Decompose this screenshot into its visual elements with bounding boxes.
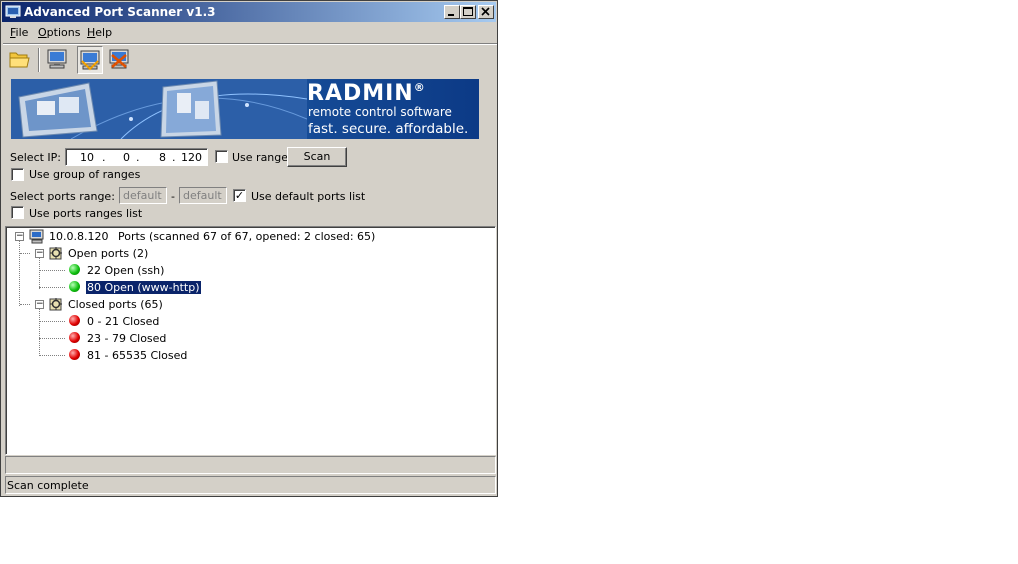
use-range-checkbox[interactable]	[215, 150, 228, 163]
computer-scan-icon	[80, 50, 100, 71]
ip-dot-2: .	[136, 151, 140, 164]
collapse-closed-ports-button[interactable]: −	[35, 300, 44, 309]
banner-graphic-icon	[11, 79, 307, 139]
radmin-banner[interactable]: RADMIN® remote control software fast. se…	[11, 79, 479, 139]
closed-ports-group-label[interactable]: Closed ports (65)	[68, 298, 163, 311]
host-ip[interactable]: 10.0.8.120	[49, 230, 108, 243]
progress-bar	[5, 456, 496, 474]
ip-octet-2[interactable]: 0	[110, 151, 130, 164]
main-window: Advanced Port Scanner v1.3 File Options …	[0, 0, 498, 497]
collapse-host-button[interactable]: −	[15, 232, 24, 241]
scan-button[interactable]: Scan	[287, 147, 347, 167]
close-icon	[481, 7, 490, 16]
toolbar-separator	[38, 48, 40, 72]
open-port-item[interactable]: 22 Open (ssh)	[87, 264, 164, 277]
closed-status-icon	[69, 315, 80, 326]
tree-line	[39, 338, 65, 339]
host-computer-icon	[29, 229, 45, 247]
ip-dot-1: .	[102, 151, 106, 164]
ip-dot-3: .	[172, 151, 176, 164]
banner-registered: ®	[413, 81, 426, 94]
tree-line	[39, 270, 65, 271]
open-port-item-selected[interactable]: 80 Open (www-http)	[85, 280, 202, 295]
maximize-icon	[463, 7, 473, 16]
port-range-separator: -	[171, 190, 175, 203]
select-ip-label: Select IP:	[10, 151, 62, 164]
collapse-open-ports-button[interactable]: −	[35, 249, 44, 258]
menu-file[interactable]: File	[10, 26, 28, 39]
tree-line	[39, 355, 65, 356]
tree-line	[39, 258, 40, 289]
status-bar: Scan complete	[5, 476, 496, 494]
port-from-field: default	[119, 187, 167, 204]
stop-computer-button[interactable]	[107, 46, 133, 74]
status-text: Scan complete	[7, 479, 89, 492]
tree-line	[20, 253, 30, 254]
window-title: Advanced Port Scanner v1.3	[24, 5, 216, 19]
maximize-button[interactable]	[460, 5, 476, 19]
computer-button[interactable]	[45, 46, 71, 74]
closed-port-item[interactable]: 0 - 21 Closed	[87, 315, 159, 328]
menu-help[interactable]: Help	[87, 26, 112, 39]
banner-brand: RADMIN®	[307, 81, 426, 106]
open-ports-group-icon	[48, 245, 64, 264]
ip-address-field[interactable]: 10 . 0 . 8 . 120	[65, 148, 208, 166]
banner-tagline-1: remote control software	[308, 105, 452, 119]
computer-icon	[47, 49, 67, 69]
ip-octet-3[interactable]: 8	[146, 151, 166, 164]
use-default-ports-checkbox[interactable]: ✓	[233, 189, 246, 202]
use-range-label[interactable]: Use range	[232, 151, 288, 164]
menu-separator	[3, 43, 497, 45]
scan-computer-button[interactable]	[77, 46, 103, 74]
menu-options[interactable]: Options	[38, 26, 80, 39]
close-button[interactable]	[478, 5, 494, 19]
use-group-checkbox[interactable]	[11, 168, 24, 181]
port-to-field: default	[179, 187, 227, 204]
ip-octet-4[interactable]: 120	[176, 151, 202, 164]
closed-ports-group-icon	[48, 296, 64, 315]
ip-octet-1[interactable]: 10	[70, 151, 94, 164]
open-button[interactable]	[7, 46, 33, 74]
host-summary: Ports (scanned 67 of 67, opened: 2 close…	[118, 230, 376, 243]
select-ports-label: Select ports range:	[10, 190, 115, 203]
banner-tagline-2: fast. secure. affordable.	[308, 121, 469, 137]
use-default-ports-label[interactable]: Use default ports list	[251, 190, 365, 203]
closed-status-icon	[69, 332, 80, 343]
closed-status-icon	[69, 349, 80, 360]
open-ports-group-label[interactable]: Open ports (2)	[68, 247, 148, 260]
use-group-label[interactable]: Use group of ranges	[29, 168, 140, 181]
open-status-icon	[69, 281, 80, 292]
app-icon	[5, 4, 21, 20]
tree-line	[39, 287, 65, 288]
tree-line	[20, 304, 30, 305]
closed-port-item[interactable]: 23 - 79 Closed	[87, 332, 166, 345]
tree-line	[19, 241, 20, 306]
use-ports-ranges-checkbox[interactable]	[11, 206, 24, 219]
title-bar[interactable]: Advanced Port Scanner v1.3	[2, 2, 496, 22]
closed-port-item[interactable]: 81 - 65535 Closed	[87, 349, 187, 362]
results-tree[interactable]: − 10.0.8.120 Ports (scanned 67 of 67, op…	[5, 226, 496, 455]
tree-line	[39, 309, 40, 356]
use-ports-ranges-label[interactable]: Use ports ranges list	[29, 207, 142, 220]
computer-stop-icon	[109, 49, 129, 69]
open-status-icon	[69, 264, 80, 275]
tree-line	[39, 321, 65, 322]
minimize-icon	[448, 14, 454, 16]
folder-icon	[9, 52, 30, 68]
minimize-button[interactable]	[444, 5, 460, 19]
